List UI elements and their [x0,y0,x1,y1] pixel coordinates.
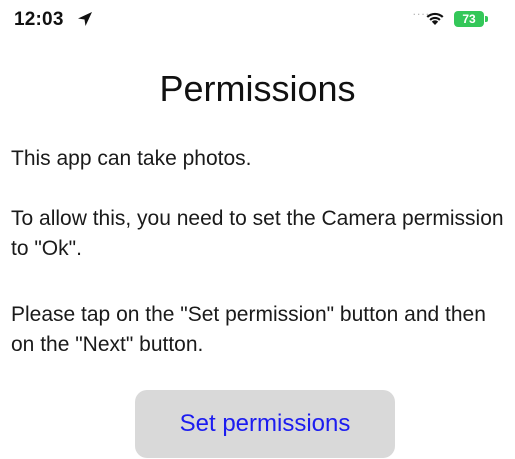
status-bar: 12:03 .... 73 [0,0,515,40]
battery-indicator: 73 [454,11,484,27]
battery-cap [485,16,488,22]
set-permissions-button[interactable]: Set permissions [135,390,395,458]
status-time: 12:03 [14,9,64,30]
page-title: Permissions [159,68,356,109]
battery-level: 73 [462,12,476,26]
button-instructions: Please tap on the "Set permission" butto… [11,303,486,356]
set-permissions-button-label: Set permissions [179,410,351,437]
camera-permission-instructions: To allow this, you need to set the Camer… [11,207,504,260]
intro-text: This app can take photos. [11,147,252,170]
location-arrow-icon [78,12,92,26]
wifi-icon [426,12,444,25]
